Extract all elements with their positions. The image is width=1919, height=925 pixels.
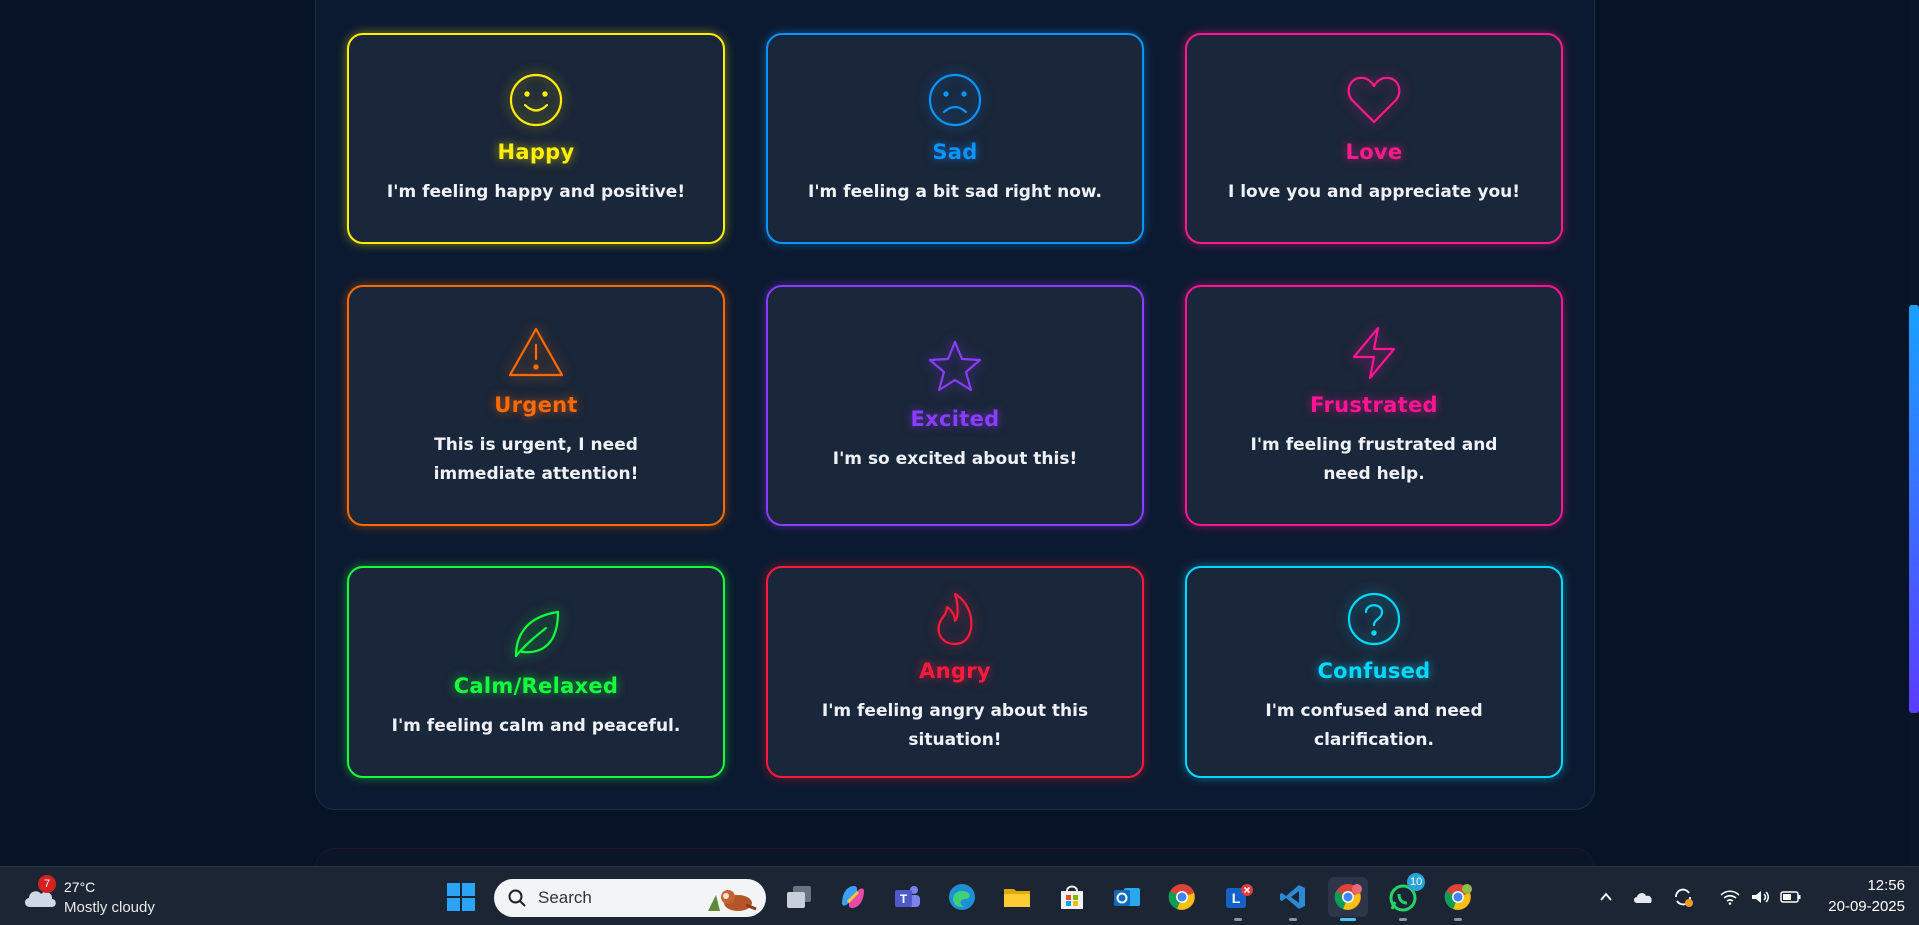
emotion-card-excited[interactable]: Excited I'm so excited about this! xyxy=(766,285,1144,526)
emotion-title: Sad xyxy=(932,140,978,164)
network-volume-battery-group[interactable] xyxy=(1720,889,1802,905)
outlook-button[interactable] xyxy=(1107,877,1147,917)
emotion-card-love[interactable]: Love I love you and appreciate you! xyxy=(1185,33,1563,244)
emotion-card-happy[interactable]: Happy I'm feeling happy and positive! xyxy=(347,33,725,244)
teams-button[interactable]: T xyxy=(887,877,927,917)
lyncode-app-button[interactable]: L xyxy=(1218,877,1258,921)
emotion-message: I'm feeling happy and positive! xyxy=(386,182,686,202)
windows-taskbar: 7 27°C Mostly cloudy Search T L 10 12:56… xyxy=(0,866,1919,925)
clock-date: 20-09-2025 xyxy=(1828,898,1905,915)
emotion-message: I'm feeling frustrated and need help. xyxy=(1250,434,1498,484)
lightning-icon xyxy=(1344,323,1404,383)
frown-icon xyxy=(925,70,985,130)
wifi-icon xyxy=(1720,889,1740,905)
taskbar-clock[interactable]: 12:56 20-09-2025 xyxy=(1828,875,1905,917)
emotion-card-frustrated[interactable]: Frustrated I'm feeling frustrated and ne… xyxy=(1185,285,1563,526)
emotion-message: I'm feeling calm and peaceful. xyxy=(391,715,681,736)
emotion-title: Love xyxy=(1345,140,1403,164)
copilot-button[interactable] xyxy=(833,877,873,917)
whatsapp-badge: 10 xyxy=(1407,873,1426,891)
weather-temperature: 27°C xyxy=(64,879,96,895)
emotion-card-sad[interactable]: Sad I'm feeling a bit sad right now. xyxy=(766,33,1144,244)
volume-icon xyxy=(1752,890,1769,903)
chrome-button[interactable] xyxy=(1162,877,1202,917)
edge-button[interactable] xyxy=(942,877,982,917)
question-icon xyxy=(1344,589,1404,649)
leaf-icon xyxy=(506,604,566,664)
emotion-message: I'm so excited about this! xyxy=(832,449,1078,469)
red-panda-icon xyxy=(708,890,757,911)
emotion-title: Frustrated xyxy=(1310,392,1438,417)
teams-icon: T xyxy=(895,886,920,907)
emotion-title: Calm/Relaxed xyxy=(453,673,619,698)
chrome-icon xyxy=(1168,884,1195,910)
page-scrollbar[interactable] xyxy=(1909,0,1919,866)
file-explorer-button[interactable] xyxy=(997,877,1037,917)
emotion-title: Happy xyxy=(497,140,575,164)
scrollbar-thumb[interactable] xyxy=(1909,305,1919,713)
chrome-profile-2-icon xyxy=(1444,884,1472,910)
chrome-profile-2-button[interactable] xyxy=(1438,877,1478,921)
folder-icon xyxy=(1004,889,1030,907)
emotion-card-urgent[interactable]: Urgent This is urgent, I need immediate … xyxy=(347,285,725,526)
microsoft-store-button[interactable] xyxy=(1052,877,1092,917)
smile-icon xyxy=(506,70,566,130)
copilot-icon xyxy=(842,886,864,908)
emotion-card-angry[interactable]: Angry I'm feeling angry about this situa… xyxy=(766,566,1144,778)
store-icon xyxy=(1061,885,1083,909)
app-l-icon: L xyxy=(1226,884,1253,908)
edge-icon xyxy=(949,884,975,910)
windows-logo-icon xyxy=(447,883,475,911)
emotion-card-confused[interactable]: Confused I'm confused and need clarifica… xyxy=(1185,566,1563,778)
clock-time: 12:56 xyxy=(1867,877,1905,894)
emotion-title: Excited xyxy=(910,407,1000,431)
vscode-button[interactable] xyxy=(1273,877,1313,921)
whatsapp-button[interactable]: 10 xyxy=(1383,873,1426,921)
taskbar-search[interactable]: Search xyxy=(494,879,766,917)
emotion-message: I'm feeling angry about this situation! xyxy=(821,701,1089,750)
search-icon xyxy=(508,889,526,907)
flame-icon xyxy=(925,589,985,649)
vscode-icon xyxy=(1280,885,1305,909)
chrome-profile-button[interactable] xyxy=(1328,877,1368,921)
chrome-profile-icon xyxy=(1334,884,1362,910)
task-view-button[interactable] xyxy=(779,877,819,917)
heart-icon xyxy=(1344,70,1404,130)
emotion-title: Confused xyxy=(1317,659,1431,683)
sync-icon[interactable] xyxy=(1672,886,1694,908)
weather-condition: Mostly cloudy xyxy=(64,899,155,916)
emotion-message: I'm feeling a bit sad right now. xyxy=(808,182,1102,202)
star-icon xyxy=(925,337,985,397)
task-view-icon xyxy=(787,886,811,908)
outlook-icon xyxy=(1114,888,1140,906)
svg-text:L: L xyxy=(1232,890,1241,906)
svg-text:T: T xyxy=(900,892,908,906)
start-button[interactable] xyxy=(441,877,481,917)
weather-badge: 7 xyxy=(38,875,56,893)
warning-icon xyxy=(506,323,566,383)
emotion-message: This is urgent, I need immediate attenti… xyxy=(433,434,639,484)
emotion-card-calm[interactable]: Calm/Relaxed I'm feeling calm and peacef… xyxy=(347,566,725,778)
search-placeholder: Search xyxy=(538,888,592,907)
system-tray xyxy=(1598,867,1802,925)
emotion-message: I'm confused and need clarification. xyxy=(1265,701,1483,750)
chevron-up-icon[interactable] xyxy=(1598,889,1614,905)
emotion-title: Urgent xyxy=(494,392,578,417)
battery-icon xyxy=(1780,890,1801,903)
emotion-message: I love you and appreciate you! xyxy=(1227,182,1520,202)
emotion-title: Angry xyxy=(919,659,991,683)
onedrive-icon[interactable] xyxy=(1632,889,1654,905)
weather-widget[interactable]: 7 27°C Mostly cloudy xyxy=(22,875,172,919)
